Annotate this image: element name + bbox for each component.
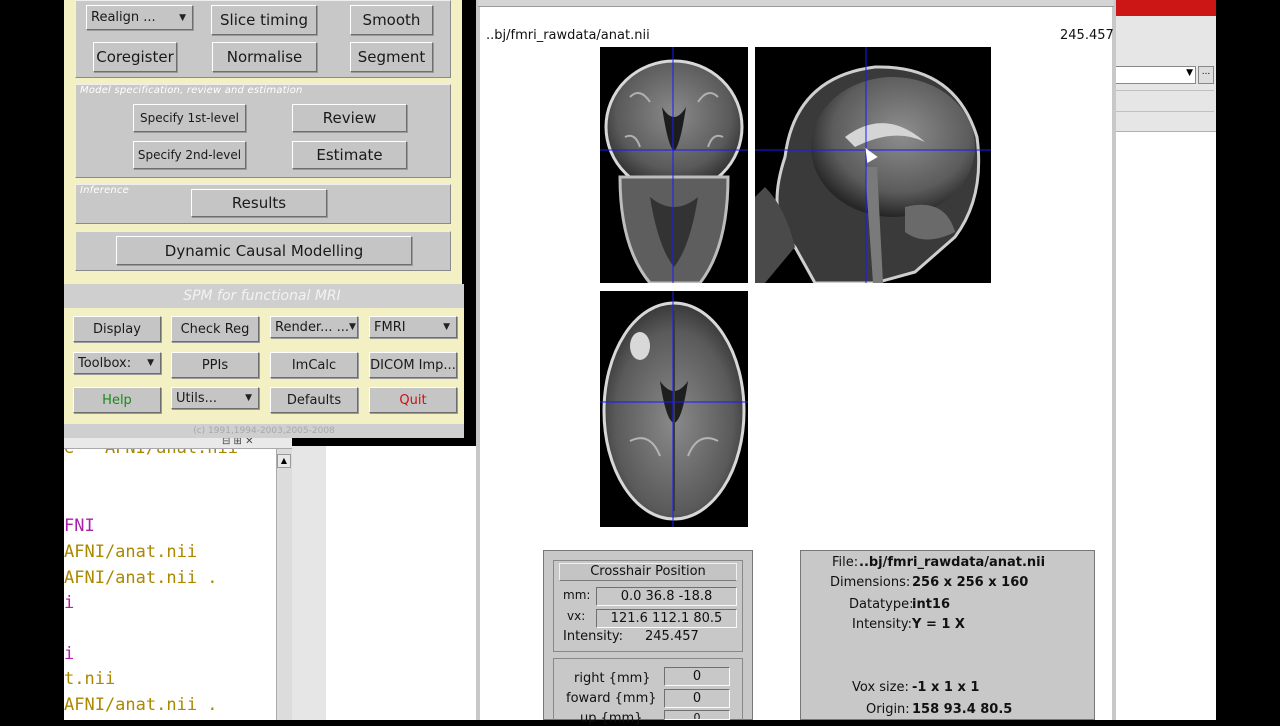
check-reg-button[interactable]: Check Reg: [171, 316, 259, 342]
ppis-button[interactable]: PPIs: [171, 352, 259, 378]
forward-label: foward {mm}: [566, 691, 657, 706]
intensity-label: Intensity:: [852, 617, 913, 632]
slice-timing-button[interactable]: Slice timing: [211, 5, 317, 35]
background-more-button[interactable]: ...: [1198, 66, 1214, 84]
editor-line: AFNI/anat.nii .: [64, 695, 218, 715]
utils-label: Utils...: [176, 390, 218, 406]
spm-subtitle: SPM for functional MRI: [183, 288, 341, 304]
file-path-label: ..bj/fmri_rawdata/anat.nii: [486, 28, 650, 43]
forward-field[interactable]: 0: [664, 689, 730, 708]
crosshair-title: Crosshair Position: [590, 564, 706, 579]
quit-button[interactable]: Quit: [369, 387, 457, 413]
red-titlebar: [1110, 0, 1216, 16]
chevron-down-icon: ▼: [245, 393, 252, 403]
specify-2nd-level-button[interactable]: Specify 2nd-level: [133, 141, 246, 169]
coronal-slice-image: [600, 47, 748, 283]
specify-1st-level-button[interactable]: Specify 1st-level: [133, 104, 246, 132]
inference-group-label: Inference: [80, 185, 130, 196]
dicom-import-button[interactable]: DICOM Imp...: [369, 352, 457, 378]
sagittal-slice-image: [755, 47, 991, 283]
toolbox-menu[interactable]: Toolbox: ▼: [73, 352, 161, 374]
origin-label: Origin:: [866, 702, 910, 717]
normalise-button[interactable]: Normalise: [212, 42, 317, 72]
render-menu[interactable]: Render... ... ▼: [270, 316, 358, 338]
desktop-gap: [292, 446, 326, 720]
desktop-blank: [326, 446, 476, 720]
right-field[interactable]: 0: [664, 667, 730, 686]
crosshair-intensity-label: Intensity:: [563, 629, 624, 644]
axial-view[interactable]: [600, 291, 748, 527]
segment-button[interactable]: Segment: [350, 42, 433, 72]
chevron-down-icon: ▼: [147, 358, 154, 368]
chevron-down-icon: ▼: [179, 12, 186, 23]
file-value: ..bj/fmri_rawdata/anat.nii: [859, 555, 1046, 570]
origin-value: 158 93.4 80.5: [912, 702, 1013, 717]
editor-line: AFNI/anat.nii .: [64, 568, 218, 588]
editor-line: i: [64, 593, 75, 613]
coregister-button[interactable]: Coregister: [93, 42, 177, 72]
intensity-readout: 245.457: [1060, 28, 1114, 43]
help-button[interactable]: Help: [73, 387, 161, 413]
editor-line: i: [64, 644, 75, 664]
up-field[interactable]: 0: [664, 710, 730, 720]
copyright-text: (c) 1991,1994-2003,2005-2008: [193, 426, 335, 436]
file-label: File:: [832, 555, 859, 570]
up-label: up {mm}: [580, 711, 643, 726]
chevron-down-icon: ▼: [1186, 68, 1193, 78]
crosshair-intensity-value: 245.457: [645, 629, 699, 644]
right-label: right {mm}: [574, 671, 651, 686]
chevron-down-icon: ▼: [349, 322, 356, 332]
editor-panel[interactable]: e 'AFNI/anat.nii' FNI AFNI/anat.nii AFNI…: [64, 438, 276, 720]
editor-line: AFNI/anat.nii: [64, 542, 198, 562]
graphics-toolbar: [478, 0, 1114, 7]
imcalc-button[interactable]: ImCalc: [270, 352, 358, 378]
voxsize-value: -1 x 1 x 1: [912, 680, 980, 695]
datatype-value: int16: [912, 597, 951, 612]
realign-menu[interactable]: Realign ... ▼: [86, 5, 193, 30]
modality-menu[interactable]: FMRI ▼: [369, 316, 457, 338]
model-group-label: Model specification, review and estimati…: [80, 85, 303, 96]
dynamic-causal-modelling-button[interactable]: Dynamic Causal Modelling: [116, 236, 412, 265]
defaults-button[interactable]: Defaults: [270, 387, 358, 413]
realign-label: Realign ...: [91, 10, 156, 25]
display-button[interactable]: Display: [73, 316, 161, 342]
vx-coordinate-field[interactable]: 121.6 112.1 80.5: [596, 609, 737, 628]
sagittal-view[interactable]: [755, 47, 991, 283]
background-separator: [1114, 90, 1214, 112]
background-dropdown[interactable]: ▼: [1114, 66, 1196, 84]
modality-label: FMRI: [374, 319, 406, 335]
editor-line: FNI: [64, 516, 95, 536]
dimensions-label: Dimensions:: [830, 575, 911, 590]
review-button[interactable]: Review: [292, 104, 407, 132]
editor-scrollbar[interactable]: ▲: [276, 446, 292, 720]
scroll-up-icon[interactable]: ▲: [277, 454, 291, 468]
coronal-view[interactable]: [600, 47, 748, 283]
toolbox-label: Toolbox:: [78, 355, 132, 371]
axial-slice-image: [600, 291, 748, 527]
dimensions-value: 256 x 256 x 160: [912, 575, 1029, 590]
estimate-button[interactable]: Estimate: [292, 141, 407, 169]
voxsize-label: Vox size:: [852, 680, 909, 695]
editor-line: t.nii: [64, 669, 116, 689]
render-label: Render... ...: [275, 319, 350, 335]
results-button[interactable]: Results: [191, 189, 327, 217]
datatype-label: Datatype:: [849, 597, 914, 612]
vx-label: vx:: [567, 609, 586, 623]
chevron-down-icon: ▼: [443, 322, 450, 332]
smooth-button[interactable]: Smooth: [350, 5, 433, 35]
mm-coordinate-field[interactable]: 0.0 36.8 -18.8: [596, 587, 737, 606]
intensity-value: Y = 1 X: [912, 617, 965, 632]
utils-menu[interactable]: Utils... ▼: [171, 387, 259, 409]
mm-label: mm:: [563, 588, 591, 602]
